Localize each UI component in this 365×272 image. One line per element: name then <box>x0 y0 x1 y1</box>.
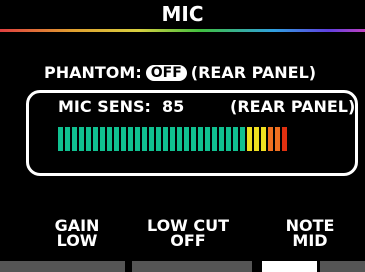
softkey-low-cut[interactable]: LOW CUT OFF <box>138 218 238 250</box>
meter-segment <box>275 127 280 151</box>
meter-segment <box>58 127 63 151</box>
screen-title: MIC <box>161 2 204 26</box>
phantom-label: PHANTOM: <box>44 63 142 82</box>
meter-segment <box>191 127 196 151</box>
softkey-note-tab-active[interactable] <box>262 261 317 272</box>
mic-sens-note: (REAR PANEL) <box>230 97 356 116</box>
meter-segment <box>86 127 91 151</box>
meter-segment <box>156 127 161 151</box>
mic-screen: MIC PHANTOM: OFF (REAR PANEL) MIC SENS: 85… <box>0 0 365 272</box>
meter-segment <box>219 127 224 151</box>
meter-segment <box>100 127 105 151</box>
meter-segment <box>149 127 154 151</box>
meter-segment <box>142 127 147 151</box>
softkey-note-tab[interactable] <box>320 261 365 272</box>
meter-segment <box>282 127 287 151</box>
meter-segment <box>65 127 70 151</box>
meter-segment <box>212 127 217 151</box>
meter-segment <box>226 127 231 151</box>
meter-segment <box>247 127 252 151</box>
meter-segment <box>79 127 84 151</box>
title-divider <box>0 29 365 32</box>
meter-segment <box>163 127 168 151</box>
meter-segment <box>240 127 245 151</box>
phantom-state-badge: OFF <box>145 64 187 81</box>
softkey-gain[interactable]: GAIN LOW <box>42 218 112 250</box>
meter-segment <box>114 127 119 151</box>
meter-segment <box>93 127 98 151</box>
meter-segment <box>205 127 210 151</box>
phantom-note: (REAR PANEL) <box>190 63 317 82</box>
softkey-note-value: MID <box>292 231 328 250</box>
meter-segment <box>128 127 133 151</box>
softkey-low-cut-value: OFF <box>170 231 206 250</box>
level-meter <box>58 127 287 151</box>
meter-segment <box>233 127 238 151</box>
meter-segment <box>107 127 112 151</box>
softkey-note[interactable]: NOTE MID <box>270 218 350 250</box>
meter-segment <box>177 127 182 151</box>
phantom-setting[interactable]: PHANTOM: OFF (REAR PANEL) <box>44 62 316 82</box>
meter-segment <box>261 127 266 151</box>
softkey-gain-value: LOW <box>56 231 98 250</box>
meter-segment <box>254 127 259 151</box>
meter-segment <box>72 127 77 151</box>
meter-segment <box>268 127 273 151</box>
meter-segment <box>121 127 126 151</box>
meter-segment <box>198 127 203 151</box>
meter-segment <box>135 127 140 151</box>
softkey-gain-tab[interactable] <box>0 261 125 272</box>
meter-segment <box>184 127 189 151</box>
mic-sens-value: 85 <box>162 97 185 116</box>
mic-sens-label: MIC SENS: <box>58 97 151 116</box>
softkey-low-cut-tab[interactable] <box>132 261 252 272</box>
meter-segment <box>170 127 175 151</box>
